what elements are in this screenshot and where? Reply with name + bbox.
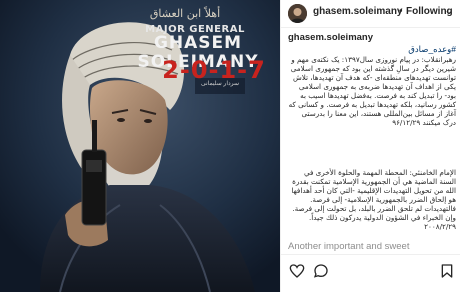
- post-side-panel: ghasem.soleimany • Following ⌄ ghasem.so…: [280, 0, 460, 293]
- poster-name-line1: GHASEM: [153, 33, 243, 53]
- chevron-down-icon[interactable]: ⌄: [444, 3, 454, 17]
- post-header: ghasem.soleimany • Following ⌄: [281, 0, 460, 28]
- instagram-post-view: أهلاً ابن العشاق MAJOR GENERAL GHASEM SO…: [0, 0, 460, 293]
- action-bar: [281, 254, 460, 293]
- avatar[interactable]: [288, 4, 307, 23]
- header-username[interactable]: ghasem.soleimany: [313, 6, 402, 17]
- comment-icon[interactable]: [313, 263, 329, 279]
- caption-username[interactable]: ghasem.soleimany: [288, 32, 373, 43]
- poster-small-caption: سردار سلیمانی: [200, 81, 240, 87]
- caption-arabic-text: الإمام الخامنئي: المحطة المهمة والحلوة ا…: [291, 168, 456, 231]
- bookmark-icon[interactable]: [439, 263, 455, 279]
- caption-persian-text: رهبرانقلاب: در پیام نوروزی سال۱۳۹۷: یک ن…: [288, 55, 456, 127]
- avatar-image: [288, 4, 307, 23]
- header-separator: •: [399, 6, 403, 17]
- caption-hashtag[interactable]: #وعده_صادق: [401, 44, 456, 55]
- post-image[interactable]: أهلاً ابن العشاق MAJOR GENERAL GHASEM SO…: [0, 0, 280, 292]
- poster-arabic-title: أهلاً ابن العشاق: [149, 7, 221, 20]
- heart-icon[interactable]: [289, 263, 305, 279]
